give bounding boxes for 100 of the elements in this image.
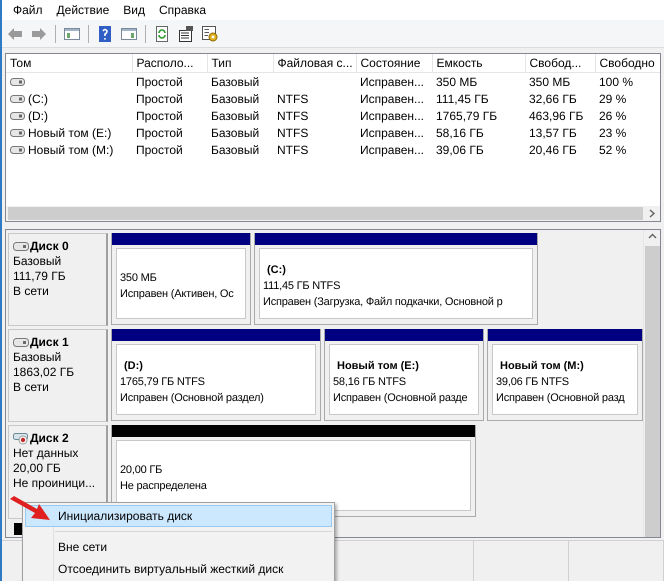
partition-status: Исправен (Загрузка, Файл подкачки, Основной р bbox=[263, 294, 504, 310]
table-cell: 350 МБ bbox=[529, 74, 570, 88]
table-cell: Исправен... bbox=[360, 142, 424, 156]
partition-status: Не распределена bbox=[120, 478, 208, 494]
table-cell: Базовый bbox=[211, 92, 260, 106]
column-header[interactable]: Состояние bbox=[356, 54, 432, 72]
pointer-arrow-icon bbox=[10, 496, 50, 522]
column-header[interactable]: Свободно bbox=[595, 54, 660, 72]
partition[interactable]: Новый том (M:) 39,06 ГБ NTFS Исправен (Основной разд bbox=[487, 329, 643, 422]
disk-drive-icon bbox=[13, 242, 29, 251]
partition-title: Новый том (E:) bbox=[336, 358, 420, 374]
menu-item[interactable]: Действие bbox=[50, 0, 116, 20]
partition-size: 350 МБ bbox=[120, 270, 158, 286]
partition-size: 58,16 ГБ NTFS bbox=[333, 374, 407, 390]
table-cell: 32,66 ГБ bbox=[529, 92, 577, 106]
table-cell: (D:) bbox=[28, 108, 48, 122]
column-header[interactable]: Располо... bbox=[132, 54, 207, 72]
column-header[interactable]: Файловая с... bbox=[273, 54, 356, 72]
partition-size: 111,45 ГБ NTFS bbox=[263, 278, 342, 294]
column-header[interactable]: Свобод... bbox=[525, 54, 595, 72]
volume-drive-icon bbox=[10, 78, 25, 86]
column-header[interactable]: Емкость bbox=[432, 54, 525, 72]
menu-item[interactable]: Файл bbox=[6, 0, 50, 20]
partition-status: Исправен (Основной разд bbox=[496, 390, 626, 406]
help-icon[interactable] bbox=[96, 24, 114, 42]
disk-size: 111,79 ГБ bbox=[13, 269, 67, 284]
partition-title: Новый том (M:) bbox=[499, 358, 585, 374]
disk-drive-icon bbox=[13, 338, 29, 348]
disk-label[interactable]: Диск 1 Базовый 1863,02 ГБ В сети bbox=[8, 329, 108, 422]
disk-status: В сети bbox=[13, 284, 50, 299]
scrollbar-thumb[interactable] bbox=[8, 207, 643, 220]
volume-drive-icon bbox=[10, 112, 25, 120]
partition-title: (D:) bbox=[123, 358, 144, 374]
partition[interactable]: (C:) 111,45 ГБ NTFS Исправен (Загрузка, Файл подкачки, Основной р bbox=[254, 233, 538, 325]
table-cell: 100 % bbox=[599, 74, 634, 88]
disk-name: Диск 0 bbox=[30, 239, 69, 254]
disk-status: В сети bbox=[13, 380, 50, 396]
table-cell: (C:) bbox=[28, 92, 48, 106]
table-cell: Простой bbox=[136, 108, 183, 122]
disk-name: Диск 1 bbox=[30, 335, 69, 350]
table-cell: Простой bbox=[136, 92, 183, 106]
settings-icon[interactable] bbox=[201, 24, 219, 42]
properties-icon[interactable] bbox=[177, 24, 195, 42]
table-cell: 39,06 ГБ bbox=[436, 142, 484, 156]
disk-type: Нет данных bbox=[13, 446, 80, 462]
table-cell: NTFS bbox=[277, 92, 308, 106]
partition[interactable]: Новый том (E:) 58,16 ГБ NTFS Исправен (Основной разде bbox=[324, 329, 484, 422]
partition-status: Исправен (Активен, Ос bbox=[120, 286, 235, 302]
table-cell: 52 % bbox=[599, 142, 626, 156]
table-cell: 23 % bbox=[599, 126, 626, 140]
table-cell: Базовый bbox=[211, 74, 260, 88]
table-cell: Простой bbox=[136, 142, 183, 156]
table-cell: Исправен... bbox=[360, 92, 424, 106]
table-cell: NTFS bbox=[277, 108, 308, 122]
table-cell: Новый том (M:) bbox=[28, 142, 114, 156]
table-cell: Исправен... bbox=[360, 74, 424, 88]
table-cell: Исправен... bbox=[360, 126, 424, 140]
partition-title: (C:) bbox=[266, 262, 287, 278]
disk-size: 1863,02 ГБ bbox=[13, 365, 76, 380]
partition[interactable]: (D:) 1765,79 ГБ NTFS Исправен (Основной раздел) bbox=[111, 329, 321, 422]
table-cell: 1765,79 ГБ bbox=[436, 108, 498, 122]
menu-item[interactable]: Вид bbox=[116, 0, 152, 20]
menu-item[interactable]: Справка bbox=[152, 0, 214, 20]
table-cell: Базовый bbox=[211, 126, 260, 140]
table-cell: 463,96 ГБ bbox=[529, 108, 584, 122]
disk-label[interactable]: Диск 0 Базовый 111,79 ГБ В сети bbox=[8, 233, 108, 326]
volume-drive-icon bbox=[10, 146, 25, 154]
table-cell: Простой bbox=[136, 74, 183, 88]
disk-warning-icon bbox=[13, 432, 29, 446]
volume-drive-icon bbox=[10, 94, 25, 102]
table-cell: 111,45 ГБ bbox=[436, 92, 489, 106]
refresh-icon[interactable] bbox=[153, 24, 171, 42]
table-cell: Новый том (E:) bbox=[28, 126, 112, 140]
table-cell: 26 % bbox=[599, 108, 626, 122]
partition-size: 39,06 ГБ NTFS bbox=[496, 374, 570, 390]
menu-item[interactable]: Отсоединить виртуальный жесткий диск bbox=[25, 558, 332, 580]
table-cell: Простой bbox=[136, 126, 183, 140]
table-cell: 20,46 ГБ bbox=[529, 142, 577, 156]
table-cell: 29 % bbox=[599, 92, 626, 106]
disk-size: 20,00 ГБ bbox=[13, 461, 62, 476]
table-cell: 13,57 ГБ bbox=[529, 126, 577, 140]
menu-item[interactable]: Вне сети bbox=[25, 536, 332, 558]
partition-size: 20,00 ГБ bbox=[120, 462, 164, 478]
table-cell: 350 МБ bbox=[436, 74, 478, 88]
column-header[interactable]: Том bbox=[6, 54, 132, 72]
table-cell: Базовый bbox=[211, 108, 260, 122]
disk-name: Диск 2 bbox=[30, 431, 69, 446]
column-header[interactable]: Тип bbox=[207, 54, 273, 72]
partition-status: Исправен (Основной разде bbox=[333, 390, 468, 406]
partition-size: 1765,79 ГБ NTFS bbox=[120, 374, 206, 390]
partition-status: Исправен (Основной раздел) bbox=[120, 390, 265, 406]
table-cell: NTFS bbox=[277, 142, 308, 156]
table-cell: 58,16 ГБ bbox=[436, 126, 484, 140]
table-cell: NTFS bbox=[277, 126, 308, 140]
volume-drive-icon bbox=[10, 128, 25, 136]
menu-item[interactable]: Инициализировать диск bbox=[25, 505, 332, 527]
partition[interactable]: 350 МБ Исправен (Активен, Ос bbox=[111, 233, 251, 325]
disk-type: Базовый bbox=[13, 350, 62, 366]
table-cell: Базовый bbox=[211, 142, 260, 156]
scrollbar-thumb[interactable] bbox=[644, 246, 660, 537]
